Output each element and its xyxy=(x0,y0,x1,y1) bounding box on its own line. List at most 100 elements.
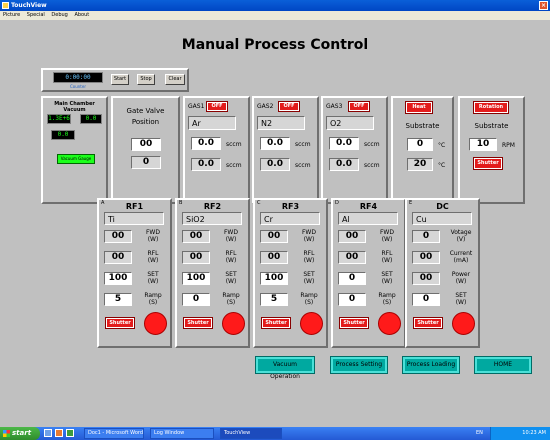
source-set-input[interactable]: 100 xyxy=(182,272,210,285)
rotation-shutter-button[interactable]: Shutter xyxy=(473,157,503,170)
source-label-1a: Votage xyxy=(450,229,472,236)
gas2-actual-unit: sccm xyxy=(295,162,311,169)
source-ramp-input[interactable]: 5 xyxy=(104,293,132,306)
taskbar-item-log-window[interactable]: Log Window xyxy=(150,428,214,439)
source-label-2b: (W) xyxy=(225,257,237,264)
show-desktop-icon[interactable] xyxy=(44,429,52,437)
source-reading-1: 00 xyxy=(260,230,288,243)
close-icon[interactable]: × xyxy=(539,1,548,10)
menu-special[interactable]: Special xyxy=(27,12,45,18)
heat-button[interactable]: Heat xyxy=(405,101,433,114)
gas2-panel: GAS2 OFF N2 0.0 sccm 0.0 sccm xyxy=(252,96,319,204)
gas3-name-field[interactable]: O2 xyxy=(326,116,374,130)
rotation-substrate-label: Substrate xyxy=(474,122,509,130)
gate-valve-title-2: Position xyxy=(131,118,160,126)
source-label-4a: Ramp xyxy=(222,292,240,299)
source-ramp-input[interactable]: 0 xyxy=(338,293,366,306)
source-label-3a: SET xyxy=(147,271,159,278)
source-label-4b: (S) xyxy=(226,299,236,306)
source-reading-2: 00 xyxy=(182,251,210,264)
home-button[interactable]: HOME xyxy=(474,356,532,374)
source-label-3b: (W) xyxy=(381,278,393,285)
timer-start-button[interactable]: Start xyxy=(111,74,129,85)
vacuum-gauge-button[interactable]: Vacuum Gauge xyxy=(57,154,95,164)
source-shutter-button[interactable]: Shutter xyxy=(261,317,291,329)
gas3-toggle-button[interactable]: OFF xyxy=(348,101,370,112)
gas3-actual: 0.0 xyxy=(329,158,359,171)
source-shutter-button[interactable]: Shutter xyxy=(339,317,369,329)
source-label-3b: (W) xyxy=(303,278,315,285)
source-set-input[interactable]: 100 xyxy=(260,272,288,285)
source-set-input[interactable]: 0 xyxy=(412,293,440,306)
menu-about[interactable]: About xyxy=(74,12,89,18)
vacuum-operation-button[interactable]: Vacuum Operation xyxy=(255,356,315,380)
heat-actual: 20 xyxy=(407,158,433,171)
vacuum-panel: Main Chamber Vacuum 1.3E+6 0.0 0.0 Vacuu… xyxy=(41,96,108,204)
start-button[interactable]: start xyxy=(0,427,40,440)
source-label-2b: (W) xyxy=(147,257,159,264)
source-material-field[interactable]: Cu xyxy=(412,212,472,225)
gas3-setpoint[interactable]: 0.0 xyxy=(329,137,359,150)
gas2-toggle-button[interactable]: OFF xyxy=(278,101,300,112)
source-shutter-button[interactable]: Shutter xyxy=(183,317,213,329)
quicklaunch-app-icon[interactable] xyxy=(66,429,74,437)
source-label-3b: (W) xyxy=(455,278,467,285)
gas3-panel: GAS3 OFF O2 0.0 sccm 0.0 sccm xyxy=(321,96,388,204)
process-loading-button[interactable]: Process Loading xyxy=(402,356,460,374)
source-set-input[interactable]: 0 xyxy=(338,272,366,285)
gas2-name-field[interactable]: N2 xyxy=(257,116,305,130)
source-label-1b: (V) xyxy=(456,236,466,243)
menu-debug[interactable]: Debug xyxy=(51,12,67,18)
gas2-setpoint-unit: sccm xyxy=(295,141,311,148)
timer-panel: 0:00:00 Counter Start Stop Clear xyxy=(41,68,189,92)
source-reading-2: 00 xyxy=(260,251,288,264)
source-ramp-input[interactable]: 5 xyxy=(260,293,288,306)
system-tray: 10:23 AM xyxy=(490,427,550,440)
source-reading-1: 00 xyxy=(104,230,132,243)
rotation-speed[interactable]: 10 xyxy=(469,138,497,151)
source-label-1a: FWD xyxy=(379,229,394,236)
timer-stop-button[interactable]: Stop xyxy=(137,74,155,85)
gas1-setpoint[interactable]: 0.0 xyxy=(191,137,221,150)
windows-logo-icon xyxy=(3,430,10,437)
heat-actual-unit: °C xyxy=(438,162,446,169)
process-setting-button[interactable]: Process Setting xyxy=(330,356,388,374)
source-title: RF2 xyxy=(203,202,222,211)
source-ramp-input[interactable]: 0 xyxy=(182,293,210,306)
quicklaunch-browser-icon[interactable] xyxy=(55,429,63,437)
source-material-field[interactable]: Al xyxy=(338,212,398,225)
source-material-field[interactable]: Cr xyxy=(260,212,320,225)
source-material-field[interactable]: Ti xyxy=(104,212,164,225)
source-status-indicator xyxy=(452,312,475,335)
gas1-actual-unit: sccm xyxy=(226,162,242,169)
source-label-4b: (S) xyxy=(382,299,392,306)
gas1-toggle-button[interactable]: OFF xyxy=(206,101,228,112)
source-label-4a: Ramp xyxy=(300,292,318,299)
page-title: Manual Process Control xyxy=(181,37,369,53)
taskbar-item-word[interactable]: Doc1 - Microsoft Word xyxy=(84,428,144,439)
source-material-field[interactable]: SiO2 xyxy=(182,212,242,225)
source-shutter-button[interactable]: Shutter xyxy=(105,317,135,329)
heat-panel: Heat Substrate 0 °C 20 °C xyxy=(391,96,454,204)
gate-valve-value-2: 0 xyxy=(131,156,161,169)
gas2-setpoint[interactable]: 0.0 xyxy=(260,137,290,150)
rotation-button[interactable]: Rotation xyxy=(473,101,509,114)
source-label-4a: Ramp xyxy=(144,292,162,299)
gate-valve-value-1[interactable]: 00 xyxy=(131,138,161,151)
heat-setpoint[interactable]: 0 xyxy=(407,138,433,151)
gas1-name-field[interactable]: Ar xyxy=(188,116,236,130)
source-label-2a: RFL xyxy=(303,250,315,257)
timer-clear-button[interactable]: Clear xyxy=(165,74,185,85)
source-set-input[interactable]: 100 xyxy=(104,272,132,285)
menu-picture[interactable]: Picture xyxy=(3,12,20,18)
source-reading-1: 00 xyxy=(182,230,210,243)
source-shutter-button[interactable]: Shutter xyxy=(413,317,443,329)
source-status-indicator xyxy=(144,312,167,335)
taskbar-item-touchview[interactable]: TouchView xyxy=(220,428,282,439)
rotation-panel: Rotation Substrate 10 RPM Shutter xyxy=(458,96,525,204)
language-indicator[interactable]: EN xyxy=(476,427,483,440)
source-label-4b: (W) xyxy=(455,299,467,306)
vacuum-title: Main Chamber Vacuum xyxy=(54,101,95,113)
source-label-3a: SET xyxy=(225,271,237,278)
heat-setpoint-unit: °C xyxy=(438,142,446,149)
